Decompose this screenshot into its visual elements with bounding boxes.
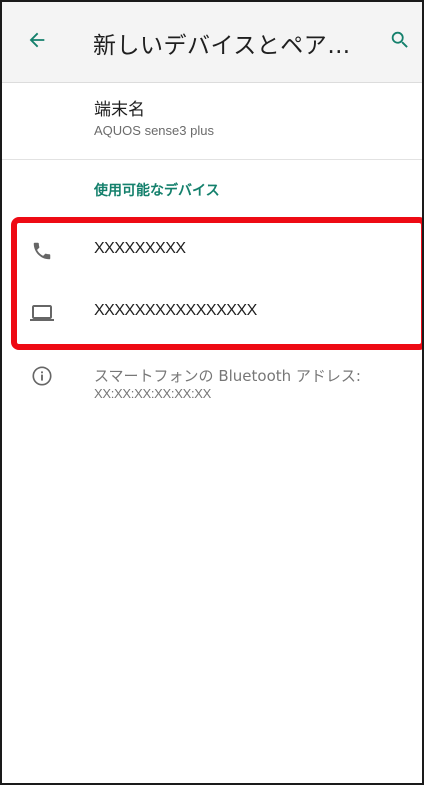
info-icon [30, 364, 54, 388]
device-name: XXXXXXXXXXXXXXXX [94, 302, 257, 319]
device-name-label: 端末名 [94, 100, 145, 120]
device-name-setting[interactable]: 端末名 AQUOS sense3 plus [2, 83, 422, 160]
device-item-laptop[interactable]: XXXXXXXXXXXXXXXX [2, 282, 422, 344]
page-title: 新しいデバイスとペア… [93, 33, 351, 59]
back-button[interactable] [24, 29, 50, 55]
device-item-phone[interactable]: XXXXXXXXX [2, 220, 422, 282]
app-bar: 新しいデバイスとペア… [2, 2, 422, 83]
search-icon [389, 29, 411, 55]
screen: 新しいデバイスとペア… 端末名 AQUOS sense3 plus 使用可能なデ… [0, 0, 424, 785]
bluetooth-address-info: スマートフォンの Bluetooth アドレス: XX:XX:XX:XX:XX:… [2, 352, 422, 412]
available-devices-header: 使用可能なデバイス [94, 183, 220, 199]
bluetooth-address-label: スマートフォンの Bluetooth アドレス: [94, 367, 361, 385]
device-name: XXXXXXXXX [94, 240, 186, 257]
device-name-value: AQUOS sense3 plus [94, 123, 214, 138]
search-button[interactable] [387, 29, 413, 55]
laptop-icon [30, 301, 54, 325]
arrow-back-icon [26, 29, 48, 55]
phone-icon [30, 239, 54, 263]
bluetooth-address-value: XX:XX:XX:XX:XX:XX [94, 386, 212, 401]
